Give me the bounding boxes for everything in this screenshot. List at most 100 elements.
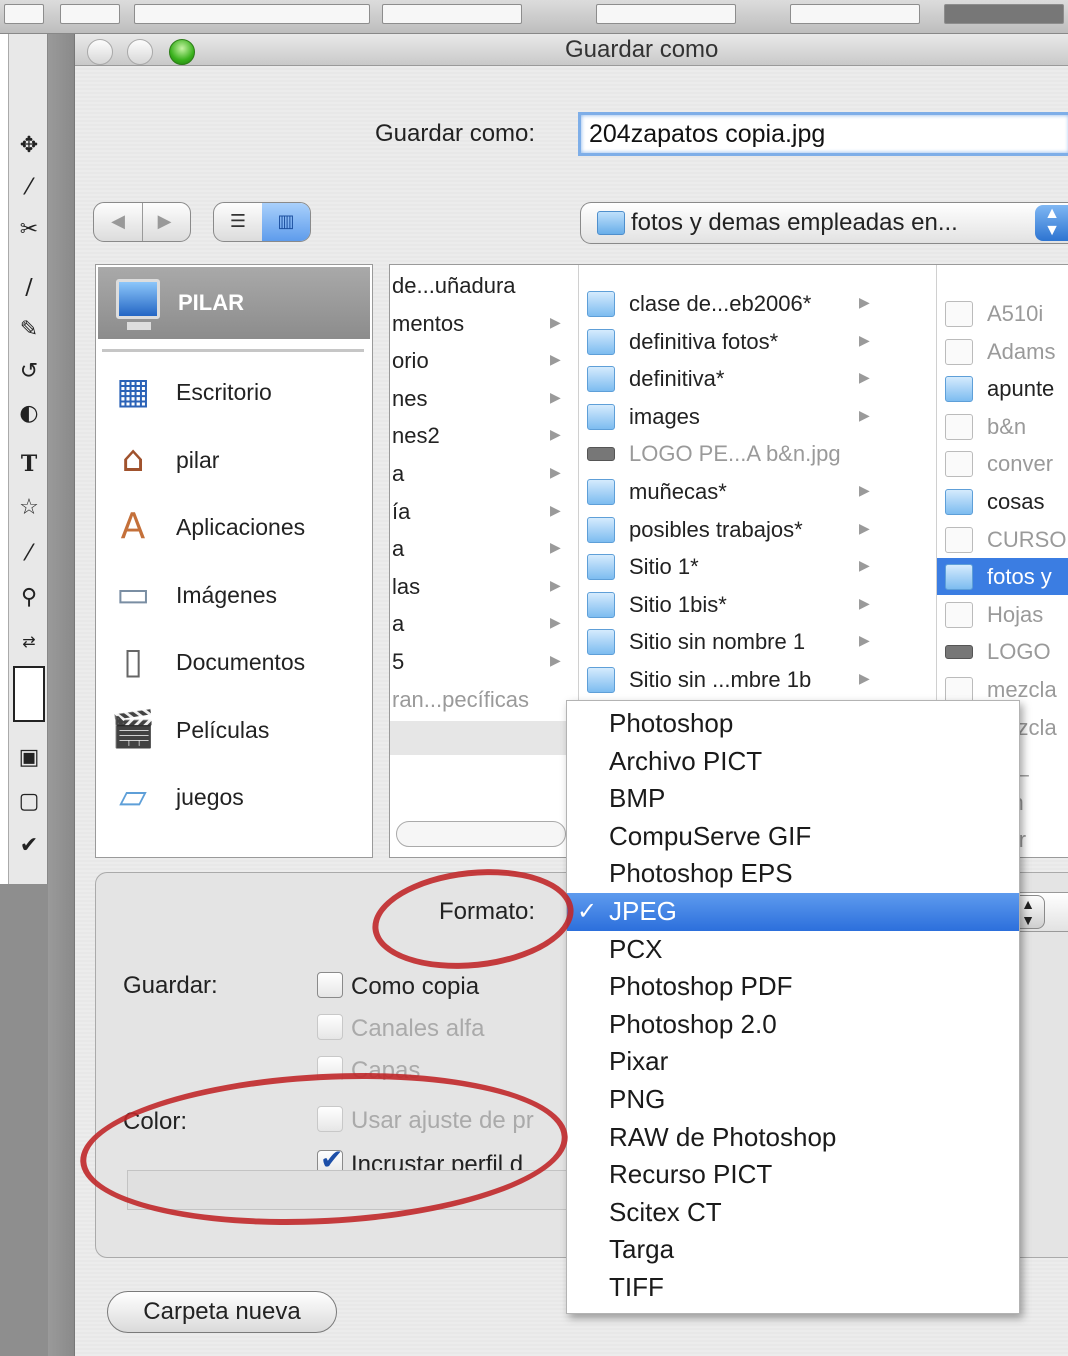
shape-tool-icon[interactable]: ☆: [13, 492, 45, 524]
new-folder-button[interactable]: Carpeta nueva: [107, 1291, 337, 1333]
list-item[interactable]: nes2 ▶: [392, 417, 568, 454]
list-item[interactable]: LOGO PE...A b&n.jpg: [579, 435, 879, 472]
list-item-label: Sitio 1*: [629, 554, 699, 580]
document-icon: [945, 451, 973, 478]
list-item[interactable]: ía ▶: [392, 493, 568, 530]
sidebar-item-películas[interactable]: 🎬 Películas: [96, 699, 372, 761]
menu-item-compuserve-gif[interactable]: CompuServe GIF: [567, 818, 1019, 856]
menu-item-tiff[interactable]: TIFF: [567, 1269, 1019, 1307]
list-item[interactable]: posibles trabajos* ▶: [579, 511, 879, 548]
ps-size-field[interactable]: [596, 4, 736, 24]
list-item[interactable]: muñecas* ▶: [579, 473, 879, 510]
eyedropper-icon[interactable]: ⁄: [13, 538, 45, 570]
list-item[interactable]: Sitio 1bis* ▶: [579, 586, 879, 623]
list-item[interactable]: Sitio sin nombre 1 ▶: [579, 623, 879, 660]
back-arrow-icon[interactable]: ◀: [96, 203, 140, 241]
list-item[interactable]: images ▶: [579, 398, 879, 435]
folder-icon: [587, 479, 615, 505]
list-item-label: Sitio sin nombre 1: [629, 629, 806, 655]
move-tool-icon[interactable]: ✥: [13, 130, 45, 162]
list-item[interactable]: apunte: [937, 370, 1068, 407]
menu-item-targa[interactable]: Targa: [567, 1231, 1019, 1269]
menu-item-pixar[interactable]: Pixar: [567, 1043, 1019, 1081]
list-item[interactable]: Hojas: [937, 596, 1068, 633]
quick-mask-icon[interactable]: ▣: [13, 742, 45, 774]
type-tool-icon[interactable]: T: [13, 448, 45, 480]
filename-input[interactable]: 204zapatos copia.jpg: [578, 112, 1068, 156]
sidebar-item-juegos[interactable]: ▱ juegos: [96, 766, 372, 828]
list-item[interactable]: LOGO: [937, 633, 1068, 670]
checkbox-box[interactable]: [317, 972, 343, 998]
zoom-tool-icon[interactable]: ⚲: [13, 582, 45, 614]
menu-item-archivo-pict[interactable]: Archivo PICT: [567, 743, 1019, 781]
list-item[interactable]: cosas: [937, 483, 1068, 520]
list-item[interactable]: A510i: [937, 295, 1068, 332]
list-item[interactable]: a ▶: [392, 455, 568, 492]
menu-item-bmp[interactable]: BMP: [567, 780, 1019, 818]
save-as-label: Guardar como:: [375, 120, 536, 147]
list-item[interactable]: mentos ▶: [392, 305, 568, 342]
ps-tool-preset[interactable]: [4, 4, 44, 24]
sidebar-item-documentos[interactable]: ▯ Documentos: [96, 631, 372, 693]
list-item[interactable]: las ▶: [392, 568, 568, 605]
menu-item-photoshop-pdf[interactable]: Photoshop PDF: [567, 968, 1019, 1006]
list-item[interactable]: 5 ▶: [392, 643, 568, 680]
sidebar-item-label: Películas: [176, 716, 270, 743]
menu-item-raw-de-photoshop[interactable]: RAW de Photoshop: [567, 1119, 1019, 1157]
checkbox-alpha-channels[interactable]: Canales alfa: [317, 1014, 484, 1043]
ps-align-buttons[interactable]: [944, 4, 1064, 24]
menu-item-recurso-pict[interactable]: Recurso PICT: [567, 1156, 1019, 1194]
menu-item-png[interactable]: PNG: [567, 1081, 1019, 1119]
list-item[interactable]: a ▶: [392, 530, 568, 567]
menu-item-pcx[interactable]: PCX: [567, 931, 1019, 969]
column-view-icon[interactable]: ▥: [262, 203, 310, 241]
forward-arrow-icon[interactable]: ▶: [142, 203, 186, 241]
swap-colors-icon[interactable]: ⇄: [13, 626, 45, 658]
menu-item-photoshop-2-0[interactable]: Photoshop 2.0: [567, 1006, 1019, 1044]
sidebar-item-computer[interactable]: PILAR: [98, 267, 370, 339]
ps-font-field[interactable]: [134, 4, 370, 24]
list-item[interactable]: Sitio 1* ▶: [579, 548, 879, 585]
blur-tool-icon[interactable]: ◐: [13, 398, 45, 430]
sidebar-item-escritorio[interactable]: ▦ Escritorio: [96, 361, 372, 423]
list-item[interactable]: clase de...eb2006* ▶: [579, 285, 879, 322]
list-item[interactable]: a ▶: [392, 605, 568, 642]
magic-wand-icon[interactable]: ⁄: [13, 172, 45, 204]
location-popup[interactable]: fotos y demas empleadas en... ▲ ▼: [580, 202, 1068, 244]
screen-mode-icon[interactable]: ▢: [13, 786, 45, 818]
color-swatches[interactable]: [13, 666, 45, 722]
list-item[interactable]: fotos y: [937, 558, 1068, 596]
list-item[interactable]: CURSO: [937, 521, 1068, 558]
checkbox-as-copy[interactable]: Como copia: [317, 972, 479, 1001]
brush-tool-icon[interactable]: ∕: [13, 272, 45, 304]
list-item[interactable]: Sitio sin ...mbre 1b ▶: [579, 661, 879, 698]
stamp-tool-icon[interactable]: ✎: [13, 314, 45, 346]
list-item[interactable]: b&n: [937, 408, 1068, 445]
menu-item-jpeg[interactable]: ✓ JPEG: [567, 893, 1019, 931]
list-item[interactable]: orio ▶: [392, 342, 568, 379]
list-item[interactable]: nes ▶: [392, 380, 568, 417]
checkbox-box[interactable]: [317, 1014, 343, 1040]
ps-style-field[interactable]: [382, 4, 522, 24]
sidebar-item-pilar[interactable]: ⌂ pilar: [96, 429, 372, 491]
list-item-label: mentos: [392, 310, 465, 336]
sidebar-item-aplicaciones[interactable]: A Aplicaciones: [96, 496, 372, 558]
list-item[interactable]: Adams: [937, 333, 1068, 370]
list-item[interactable]: ran...pecíficas: [392, 681, 568, 718]
menu-item-photoshop[interactable]: Photoshop: [567, 705, 1019, 743]
sidebar-item-imágenes[interactable]: ▭ Imágenes: [96, 564, 372, 626]
imageready-icon[interactable]: ✔: [13, 830, 45, 862]
list-item[interactable]: definitiva fotos* ▶: [579, 323, 879, 360]
horizontal-scrollbar[interactable]: [396, 821, 566, 847]
crop-tool-icon[interactable]: ✂: [13, 214, 45, 246]
ps-aa-field[interactable]: [790, 4, 920, 24]
ps-option-field[interactable]: [60, 4, 120, 24]
list-item[interactable]: conver: [937, 445, 1068, 482]
list-view-icon[interactable]: ☰: [216, 203, 260, 241]
list-item[interactable]: definitiva* ▶: [579, 360, 879, 397]
menu-item-scitex-ct[interactable]: Scitex CT: [567, 1194, 1019, 1232]
list-item[interactable]: de...uñadura: [392, 267, 568, 304]
menu-item-photoshop-eps[interactable]: Photoshop EPS: [567, 855, 1019, 893]
disclosure-arrow-icon: ▶: [859, 483, 870, 499]
history-brush-icon[interactable]: ↺: [13, 356, 45, 388]
